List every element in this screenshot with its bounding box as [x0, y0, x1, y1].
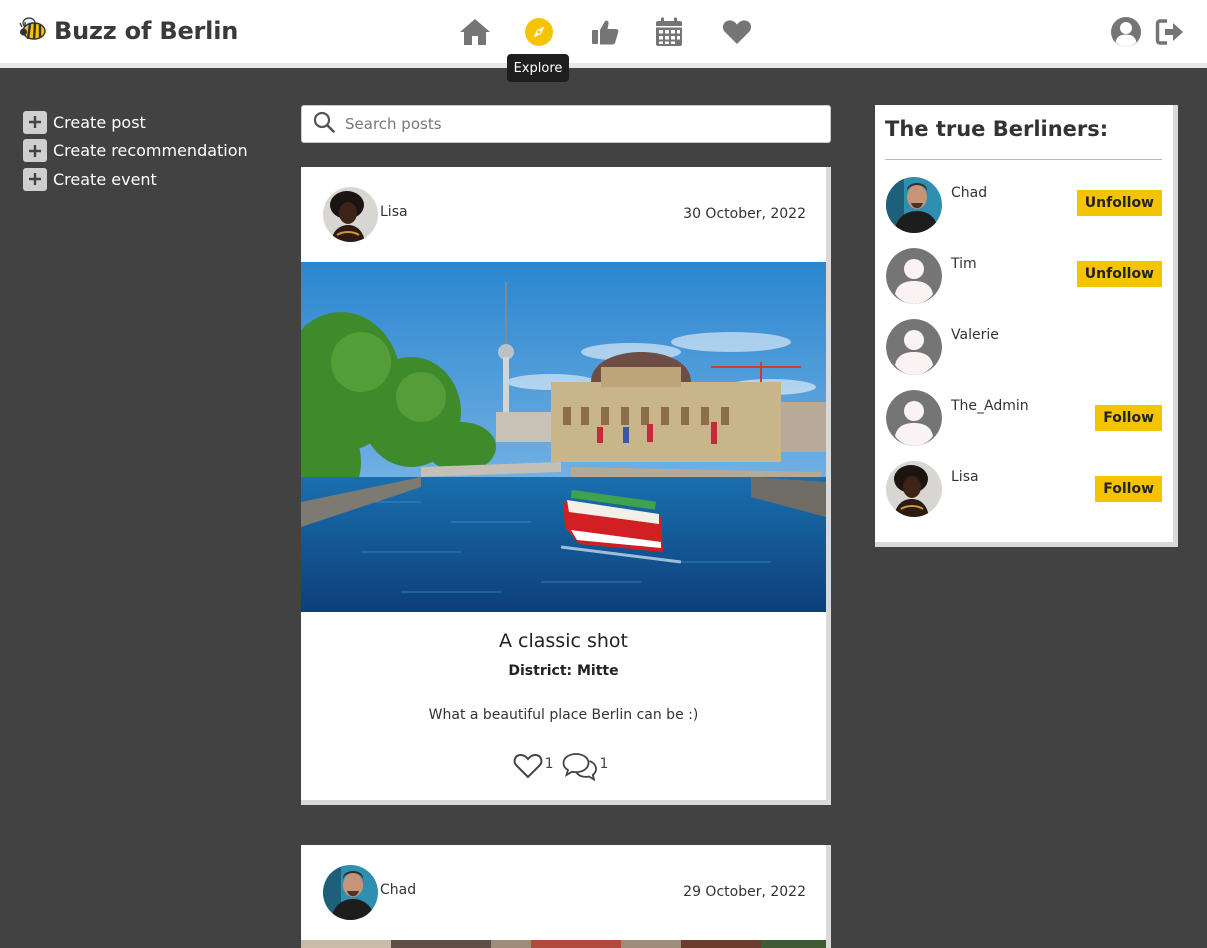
heart-icon — [722, 18, 752, 50]
create-recommendation-label: Create recommendation — [53, 141, 248, 160]
plus-icon — [23, 110, 47, 134]
home-icon — [458, 17, 492, 51]
post-card[interactable]: Chad 29 October, 2022 — [301, 845, 831, 948]
brand-name: Buzz of Berlin — [54, 17, 239, 45]
thumbs-up-icon — [590, 17, 620, 51]
post-stats: 1 1 — [301, 751, 826, 785]
profile-name[interactable]: Lisa — [951, 469, 979, 485]
nav-recommendations[interactable] — [587, 16, 623, 52]
profile-name[interactable]: The_Admin — [951, 398, 1029, 414]
post-title: A classic shot — [499, 630, 628, 652]
panel-title: The true Berliners: — [885, 117, 1109, 141]
post-image[interactable] — [301, 262, 826, 612]
create-event-label: Create event — [53, 169, 157, 189]
post-header: Chad 29 October, 2022 — [301, 845, 826, 940]
comments-icon[interactable] — [562, 751, 598, 785]
search-bar — [301, 105, 831, 143]
default-avatar-icon[interactable] — [886, 248, 942, 304]
profile-name[interactable]: Tim — [951, 256, 977, 272]
post-district: District: Mitte — [508, 663, 619, 679]
post-date: 30 October, 2022 — [683, 206, 806, 222]
profile-row: The_Admin Follow — [886, 390, 1163, 446]
profile-name[interactable]: Chad — [951, 185, 987, 201]
profile-name[interactable]: Valerie — [951, 327, 999, 343]
bee-icon — [18, 14, 48, 48]
create-menu: Create post Create recommendation Create… — [23, 108, 248, 194]
nav-liked[interactable] — [719, 16, 755, 52]
divider — [885, 159, 1162, 160]
unfollow-button[interactable]: Unfollow — [1076, 261, 1162, 287]
profile-row: Valerie — [886, 319, 1163, 375]
nav-events[interactable] — [651, 16, 687, 52]
author-avatar[interactable] — [323, 187, 378, 242]
unfollow-button[interactable]: Unfollow — [1076, 190, 1162, 216]
search-icon — [302, 111, 335, 137]
default-avatar-icon[interactable] — [886, 390, 942, 446]
like-heart-icon[interactable] — [513, 753, 543, 783]
explore-tooltip: Explore — [507, 54, 569, 82]
sign-out-icon — [1155, 18, 1185, 50]
popular-profiles-panel: The true Berliners: Chad Unfollow Tim Un… — [875, 105, 1178, 547]
author-avatar[interactable] — [323, 865, 378, 920]
author-name[interactable]: Lisa — [380, 204, 408, 220]
nav-explore[interactable] — [521, 16, 557, 52]
author-name[interactable]: Chad — [380, 882, 416, 898]
post-header: Lisa 30 October, 2022 — [301, 167, 826, 262]
profile-row: Chad Unfollow — [886, 177, 1163, 233]
brand-logo-link[interactable]: Buzz of Berlin — [18, 14, 238, 48]
sign-out-button[interactable] — [1152, 16, 1188, 52]
profile-row: Lisa Follow — [886, 461, 1163, 517]
create-post-label: Create post — [53, 112, 146, 132]
profile-avatar[interactable] — [886, 461, 942, 517]
post-date: 29 October, 2022 — [683, 884, 806, 900]
calendar-icon — [655, 17, 683, 51]
default-avatar-icon[interactable] — [886, 319, 942, 375]
post-card[interactable]: Lisa 30 October, 2022 A classic shot Dis… — [301, 167, 831, 805]
profile-avatar[interactable] — [886, 177, 942, 233]
follow-button[interactable]: Follow — [1095, 405, 1162, 431]
top-navbar: Buzz of Berlin — [0, 0, 1207, 68]
plus-icon — [23, 139, 47, 162]
post-image[interactable] — [301, 940, 826, 948]
create-post-link[interactable]: Create post — [23, 108, 248, 136]
post-body: What a beautiful place Berlin can be :) — [428, 707, 699, 723]
plus-icon — [23, 167, 47, 191]
likes-count: 1 — [544, 756, 554, 772]
create-event-link[interactable]: Create event — [23, 165, 248, 193]
profile-row: Tim Unfollow — [886, 248, 1163, 304]
user-avatar-icon — [1110, 16, 1142, 52]
comments-count: 1 — [599, 756, 609, 772]
follow-button[interactable]: Follow — [1095, 476, 1162, 502]
compass-icon — [524, 17, 554, 51]
profile-link[interactable] — [1108, 16, 1144, 52]
create-recommendation-link[interactable]: Create recommendation — [23, 137, 248, 165]
search-input[interactable] — [345, 115, 785, 133]
nav-home[interactable] — [457, 16, 493, 52]
